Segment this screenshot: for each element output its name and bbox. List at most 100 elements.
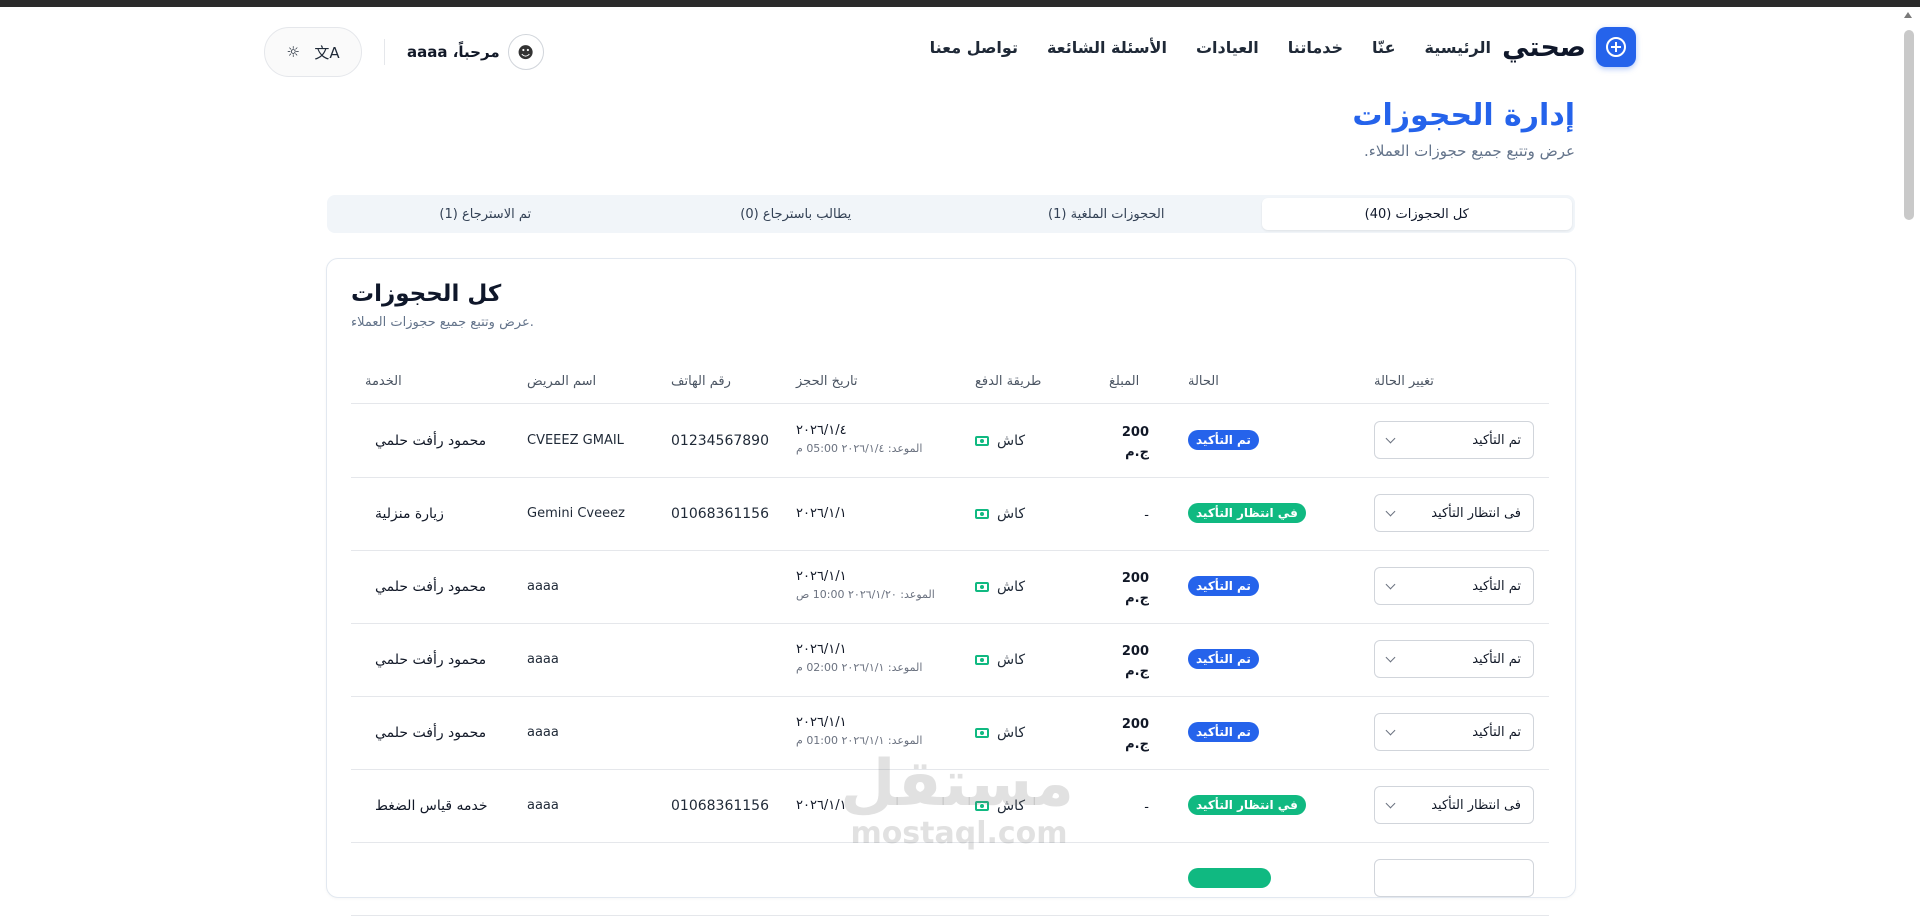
translate-icon[interactable]: 文A <box>314 42 339 63</box>
status-select[interactable]: فى انتظار التأكيد <box>1374 494 1534 532</box>
th-change-status: تغيير الحالة <box>1374 374 1434 389</box>
th-date: تاريخ الحجز <box>796 374 858 389</box>
table-row: خدمه قياس الضغط aaaa 01068361156 ٢٠٢٦/١/… <box>351 770 1549 843</box>
status-badge: في انتظار التأكيد <box>1188 795 1306 815</box>
cell-patient: aaaa <box>527 579 559 594</box>
amount-value: 200 <box>1121 571 1149 586</box>
appointment-time: الموعد: ٢٠٢٦/١/١ 02:00 م <box>796 661 923 674</box>
cell-date: ٢٠٢٦/١/١ الموعد: ٢٠٢٦/١/٢٠ 10:00 ص <box>796 569 935 601</box>
cell-service: خدمه قياس الضغط <box>375 798 488 814</box>
status-select[interactable]: تم التأكيد <box>1374 713 1534 751</box>
cell-payment: كاش <box>975 652 1025 668</box>
user-avatar-icon[interactable]: ☻ <box>507 34 544 70</box>
tab-refunded[interactable]: تم الاسترجاع (1) <box>330 198 641 230</box>
cash-icon <box>975 436 989 446</box>
chevron-down-icon <box>1385 725 1396 735</box>
th-patient: اسم المريض <box>527 374 597 389</box>
appointment-time: الموعد: ٢٠٢٦/١/٢٠ 10:00 ص <box>796 588 935 601</box>
nav-link-faq[interactable]: الأسئلة الشائعة <box>1047 38 1167 57</box>
amount-currency: ج.م <box>1125 591 1149 606</box>
cell-phone: 01234567890 <box>671 433 769 449</box>
cell-service: زيارة منزلية <box>375 506 444 522</box>
booking-date: ٢٠٢٦/١/١ <box>796 569 847 584</box>
tab-cancelled-bookings[interactable]: الحجوزات الملغية (1) <box>951 198 1262 230</box>
amount-currency: ج.م <box>1125 445 1149 460</box>
cell-payment: كاش <box>975 798 1025 814</box>
cash-icon <box>975 728 989 738</box>
table-row: محمود رأفت حلمي aaaa ٢٠٢٦/١/١ الموعد: ٢٠… <box>351 697 1549 770</box>
table-header: الخدمة اسم المريض رقم الهاتف تاريخ الحجز… <box>351 364 1549 404</box>
th-phone: رقم الهاتف <box>671 374 731 389</box>
tab-all-bookings[interactable]: كل الحجوزات (40) <box>1261 198 1572 230</box>
chevron-down-icon <box>1385 433 1396 443</box>
cell-patient: aaaa <box>527 798 559 813</box>
nav-link-about[interactable]: عنّا <box>1372 38 1395 57</box>
brand[interactable]: صحتي <box>1502 27 1636 67</box>
cell-patient: CVEEEZ GMAIL <box>527 433 624 448</box>
sun-icon[interactable]: ☼ <box>286 43 299 61</box>
page-title: إدارة الحجوزات <box>1352 98 1575 133</box>
plus-circle-icon <box>1596 27 1636 67</box>
nav-link-home[interactable]: الرئيسية <box>1425 38 1492 57</box>
card-subtitle: .عرض وتتبع جميع حجوزات العملاء <box>351 315 534 330</box>
chevron-down-icon <box>1385 579 1396 589</box>
status-select-partial[interactable] <box>1374 859 1534 897</box>
status-select[interactable]: تم التأكيد <box>1374 421 1534 459</box>
scroll-up-arrow-icon[interactable] <box>1904 12 1912 18</box>
status-select-value: فى انتظار التأكيد <box>1431 797 1521 813</box>
cell-date: ٢٠٢٦/١/١ <box>796 798 847 813</box>
status-badge-partial <box>1188 868 1271 888</box>
status-badge: في انتظار التأكيد <box>1188 503 1306 523</box>
status-badge: تم التأكيد <box>1188 576 1259 596</box>
cell-service: محمود رأفت حلمي <box>375 725 487 741</box>
cell-service: محمود رأفت حلمي <box>375 579 487 595</box>
user-greeting[interactable]: مرحباً، aaaa <box>407 43 500 61</box>
cell-date: ٢٠٢٦/١/١ الموعد: ٢٠٢٦/١/١ 02:00 م <box>796 642 922 674</box>
table-row: محمود رأفت حلمي aaaa ٢٠٢٦/١/١ الموعد: ٢٠… <box>351 624 1549 697</box>
amount-value: - <box>1144 508 1149 523</box>
status-select-value: فى انتظار التأكيد <box>1431 505 1521 521</box>
cell-patient: aaaa <box>527 652 559 667</box>
table-row: محمود رأفت حلمي CVEEEZ GMAIL 01234567890… <box>351 405 1549 478</box>
status-select-value: تم التأكيد <box>1472 651 1521 667</box>
cell-payment: كاش <box>975 579 1025 595</box>
nav-divider <box>384 39 385 65</box>
cell-date: ٢٠٢٦/١/١ <box>796 506 847 521</box>
cell-patient: Gemini Cveeez <box>527 506 625 521</box>
booking-tabs: كل الحجوزات (40) الحجوزات الملغية (1) يط… <box>327 195 1575 233</box>
cell-phone: 01068361156 <box>671 798 769 814</box>
appointment-time: الموعد: ٢٠٢٦/١/٤ 05:00 م <box>796 442 923 455</box>
amount-value: 200 <box>1121 425 1149 440</box>
status-select-value: تم التأكيد <box>1472 724 1521 740</box>
status-select[interactable]: فى انتظار التأكيد <box>1374 786 1534 824</box>
appointment-time: الموعد: ٢٠٢٦/١/١ 01:00 م <box>796 734 923 747</box>
cell-date: ٢٠٢٦/١/١ الموعد: ٢٠٢٦/١/١ 01:00 م <box>796 715 922 747</box>
window-top-strip <box>0 0 1920 7</box>
amount-value: 200 <box>1121 644 1149 659</box>
bookings-card: كل الحجوزات .عرض وتتبع جميع حجوزات العمل… <box>326 258 1576 916</box>
cell-payment: كاش <box>975 506 1025 522</box>
cash-icon <box>975 509 989 519</box>
page-scrollbar[interactable] <box>1904 30 1914 220</box>
status-select-value: تم التأكيد <box>1472 578 1521 594</box>
nav-link-contact[interactable]: تواصل معنا <box>930 38 1018 57</box>
nav-link-clinics[interactable]: العيادات <box>1196 38 1259 57</box>
nav-links: الرئيسية عنّا خدماتنا العيادات الأسئلة ا… <box>930 38 1491 57</box>
status-select[interactable]: تم التأكيد <box>1374 640 1534 678</box>
cash-icon <box>975 655 989 665</box>
cell-amount: 200 ج.م <box>1109 423 1149 463</box>
status-select[interactable]: تم التأكيد <box>1374 567 1534 605</box>
table-row: محمود رأفت حلمي aaaa ٢٠٢٦/١/١ الموعد: ٢٠… <box>351 551 1549 624</box>
user-area: ☻ مرحباً، aaaa 文A ☼ <box>264 27 544 77</box>
amount-currency: ج.م <box>1125 664 1149 679</box>
status-badge: تم التأكيد <box>1188 649 1259 669</box>
status-badge: تم التأكيد <box>1188 722 1259 742</box>
payment-method: كاش <box>997 725 1026 741</box>
amount-currency: ج.م <box>1125 737 1149 752</box>
page-subtitle: عرض وتتبع جميع حجوزات العملاء. <box>1364 142 1575 160</box>
tab-refund-requested[interactable]: يطالب باسترجاع (0) <box>641 198 952 230</box>
status-select-value: تم التأكيد <box>1472 432 1521 448</box>
booking-date: ٢٠٢٦/١/١ <box>796 715 847 730</box>
nav-link-services[interactable]: خدماتنا <box>1288 38 1343 57</box>
amount-value: 200 <box>1121 717 1149 732</box>
